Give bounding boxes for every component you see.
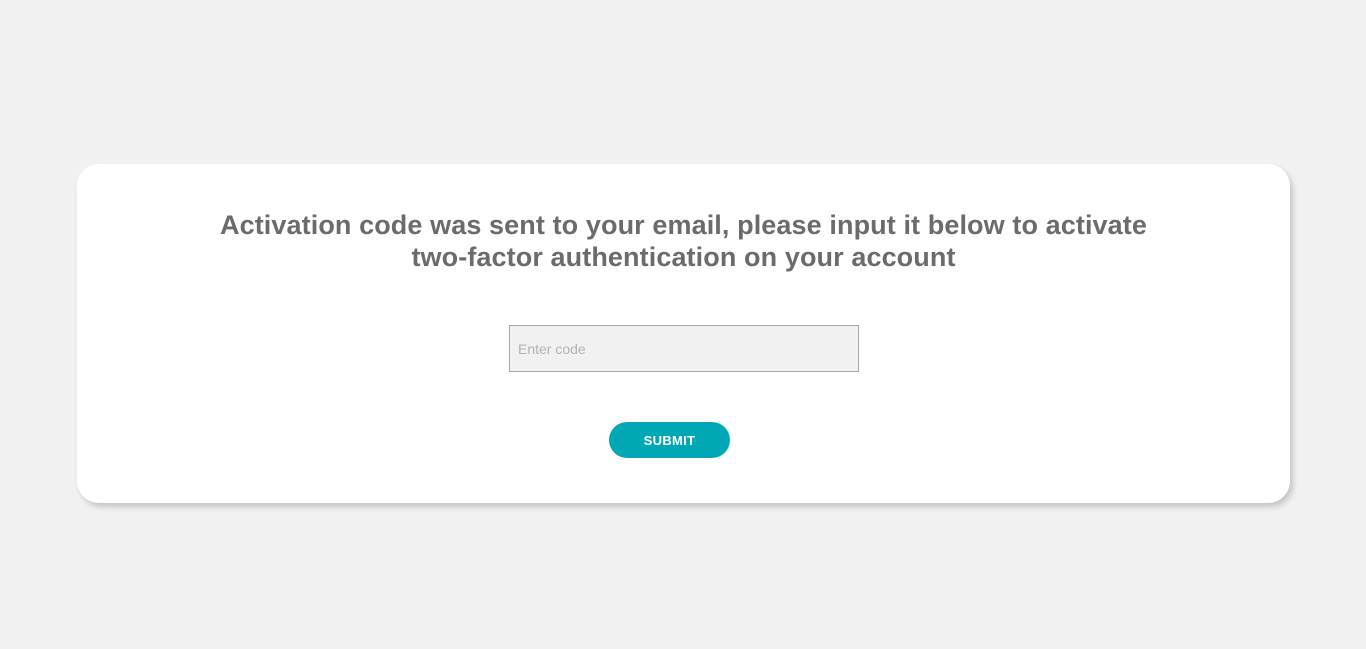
page-title-line-1: Activation code was sent to your email, … — [219, 210, 1147, 240]
page-title: Activation code was sent to your email, … — [77, 209, 1290, 273]
activation-code-input[interactable] — [509, 325, 859, 372]
page-title-line-2: two-factor authentication on your accoun… — [411, 242, 956, 272]
activation-card: Activation code was sent to your email, … — [77, 164, 1290, 503]
submit-button[interactable]: SUBMIT — [609, 422, 730, 458]
